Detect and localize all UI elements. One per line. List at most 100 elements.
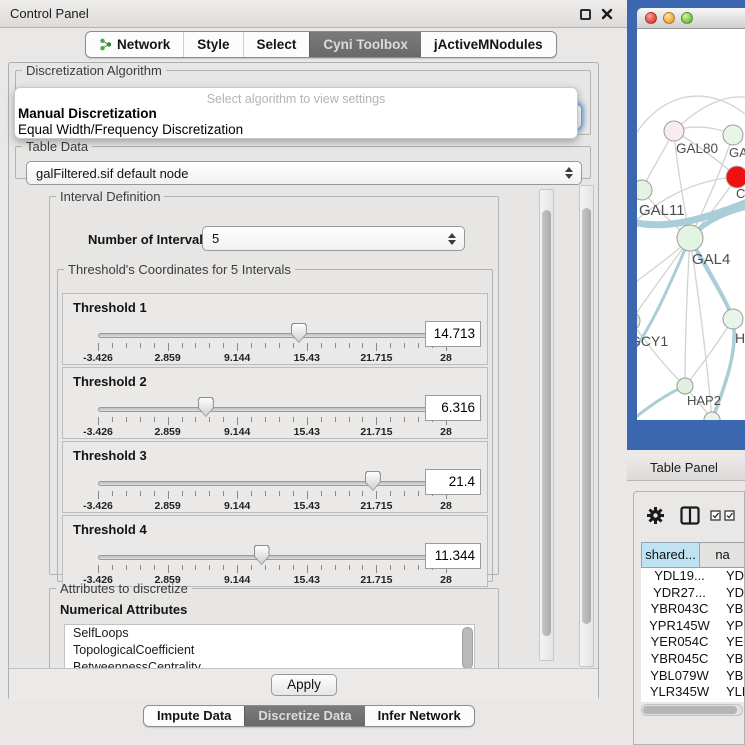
node-label-gcy1: GCY1 [637, 333, 668, 349]
list-item-selfloops[interactable]: SelfLoops [65, 625, 474, 642]
network-node-c[interactable] [726, 166, 745, 188]
slider-thumb[interactable] [198, 397, 214, 417]
slider-scale-labels: -3.4262.8599.14415.4321.71528 [98, 500, 446, 512]
bottom-tab-impute-data[interactable]: Impute Data [144, 706, 244, 726]
tab-label-network: Network [117, 32, 170, 57]
cell-shared-name: YDL19... [641, 568, 718, 585]
algorithm-option-equal-width[interactable]: Equal Width/Frequency Discretization [15, 122, 577, 138]
combo-arrows-icon [564, 167, 572, 179]
network-node-h[interactable] [723, 309, 743, 329]
node-label-gal4: GAL4 [692, 251, 730, 268]
table-row[interactable]: YPR145WYPR1 [641, 618, 745, 635]
tab-select[interactable]: Select [243, 32, 310, 57]
table-row[interactable]: YIL052CYIL0 [641, 701, 745, 702]
slider-thumb[interactable] [291, 323, 307, 343]
threshold-value-box[interactable]: 21.4 [425, 469, 481, 495]
apply-button[interactable]: Apply [271, 674, 337, 696]
table-row[interactable]: YBL079WYBL0 [641, 668, 745, 685]
threshold-label: Threshold 3 [73, 448, 147, 463]
table-row[interactable]: YDL19...YDL1 [641, 568, 745, 585]
close-icon[interactable] [601, 8, 613, 20]
tab-network[interactable]: Network [86, 32, 183, 57]
numerical-attributes-list[interactable]: SelfLoopsTopologicalCoefficientBetweenne… [64, 624, 475, 668]
slider-scale-labels: -3.4262.8599.14415.4321.71528 [98, 426, 446, 438]
table-data-combobox[interactable]: galFiltered.sif default node [26, 161, 582, 185]
cell-name: YER0 [718, 634, 745, 651]
number-of-intervals-combobox[interactable]: 5 [202, 226, 465, 251]
dialog-scrollbar[interactable] [579, 185, 594, 667]
scale-label: 9.144 [224, 352, 250, 364]
table-row[interactable]: YER054CYER0 [641, 634, 745, 651]
tab-style[interactable]: Style [183, 32, 242, 57]
table-horizontal-scrollbar[interactable] [641, 704, 743, 716]
apply-bar: Apply [9, 668, 598, 700]
network-canvas[interactable]: GAL80GACGAL11GAL4GCY1HHAP2 [637, 29, 745, 420]
close-traffic-light-icon[interactable] [645, 12, 657, 24]
dialog-scrollbar-thumb[interactable] [582, 208, 591, 624]
network-window: GAL80GACGAL11GAL4GCY1HHAP2 [627, 0, 745, 450]
attributes-group: Attributes to discretize Numerical Attri… [49, 581, 499, 668]
table-row[interactable]: YDR27...YDR2 [641, 585, 745, 602]
algorithm-group-label: Discretization Algorithm [22, 63, 166, 78]
inner-scrollbar[interactable] [539, 189, 554, 661]
algorithm-option-manual[interactable]: Manual Discretization [15, 106, 577, 122]
table-row[interactable]: YLR345WYLR3 [641, 684, 745, 701]
network-node-ga[interactable] [723, 125, 743, 145]
node-label-ga: GA [729, 145, 745, 160]
network-node-gcy1[interactable] [637, 312, 640, 330]
cell-name: YLR3 [718, 684, 745, 701]
slider-track[interactable] [98, 555, 446, 560]
cell-shared-name: YBR043C [641, 601, 718, 618]
column-header-name[interactable]: na [700, 542, 745, 568]
threshold-value-box[interactable]: 14.713 [425, 321, 481, 347]
table-hscrollbar-thumb[interactable] [643, 706, 737, 714]
scale-label: 2.859 [154, 500, 180, 512]
combo-arrows-icon [447, 233, 455, 245]
network-node-gal11[interactable] [637, 180, 652, 200]
cell-name: YDR2 [718, 585, 745, 602]
table-row[interactable]: YBR045CYBR0 [641, 651, 745, 668]
threshold-label: Threshold 2 [73, 374, 147, 389]
node-label-hap2: HAP2 [687, 393, 721, 408]
slider-track[interactable] [98, 407, 446, 412]
list-scrollbar[interactable] [462, 627, 473, 668]
network-node-gal80[interactable] [664, 121, 684, 141]
threshold-row-2: Threshold 2 -3.4262.8599.14415.4321.71528… [62, 367, 488, 439]
bottom-tab-label-impute-data: Impute Data [157, 706, 231, 726]
checkbox-filters-icon[interactable] [710, 510, 736, 521]
tab-jactivemnodules[interactable]: jActiveMNodules [421, 32, 556, 57]
column-layout-icon[interactable] [680, 506, 700, 525]
network-node-hap2[interactable] [677, 378, 693, 394]
bottom-tab-label-discretize-data: Discretize Data [258, 706, 351, 726]
tab-label-cyni-toolbox: Cyni Toolbox [323, 32, 408, 57]
inner-scrollbar-thumb[interactable] [542, 210, 551, 636]
zoom-traffic-light-icon[interactable] [681, 12, 693, 24]
gear-icon[interactable] [646, 506, 665, 525]
threshold-row-4: Threshold 4-3.4262.8599.14415.4321.71528… [62, 515, 488, 587]
threshold-rows: Threshold 1-3.4262.8599.14415.4321.71528… [62, 293, 488, 589]
float-window-icon[interactable] [580, 9, 591, 20]
table-row[interactable]: YBR043CYBR0 [641, 601, 745, 618]
tab-label-select: Select [257, 32, 297, 57]
bottom-tab-infer-network[interactable]: Infer Network [365, 706, 474, 726]
table-panel-title: Table Panel [650, 460, 718, 475]
slider-thumb[interactable] [254, 545, 270, 565]
cell-name: YBL0 [718, 668, 745, 685]
list-item-betweennesscentrality[interactable]: BetweennessCentrality [65, 659, 474, 668]
interval-definition-label: Interval Definition [56, 189, 164, 204]
list-item-topologicalcoefficient[interactable]: TopologicalCoefficient [65, 642, 474, 659]
column-header-shared-name[interactable]: shared... [641, 542, 700, 568]
tab-cyni-toolbox[interactable]: Cyni Toolbox [309, 32, 421, 57]
network-node-gal4[interactable] [677, 225, 703, 251]
minimize-traffic-light-icon[interactable] [663, 12, 675, 24]
slider-track[interactable] [98, 481, 446, 486]
table-data-combobox-value: galFiltered.sif default node [36, 166, 188, 181]
bottom-tab-discretize-data[interactable]: Discretize Data [244, 706, 364, 726]
threshold-value-box[interactable]: 11.344 [425, 543, 481, 569]
threshold-row-1: Threshold 1-3.4262.8599.14415.4321.71528… [62, 293, 488, 365]
cell-shared-name: YDR27... [641, 585, 718, 602]
scale-label: -3.426 [83, 426, 113, 438]
slider-thumb[interactable] [365, 471, 381, 491]
slider-track[interactable] [98, 333, 446, 338]
threshold-value-box[interactable]: 6.316 [425, 395, 481, 421]
